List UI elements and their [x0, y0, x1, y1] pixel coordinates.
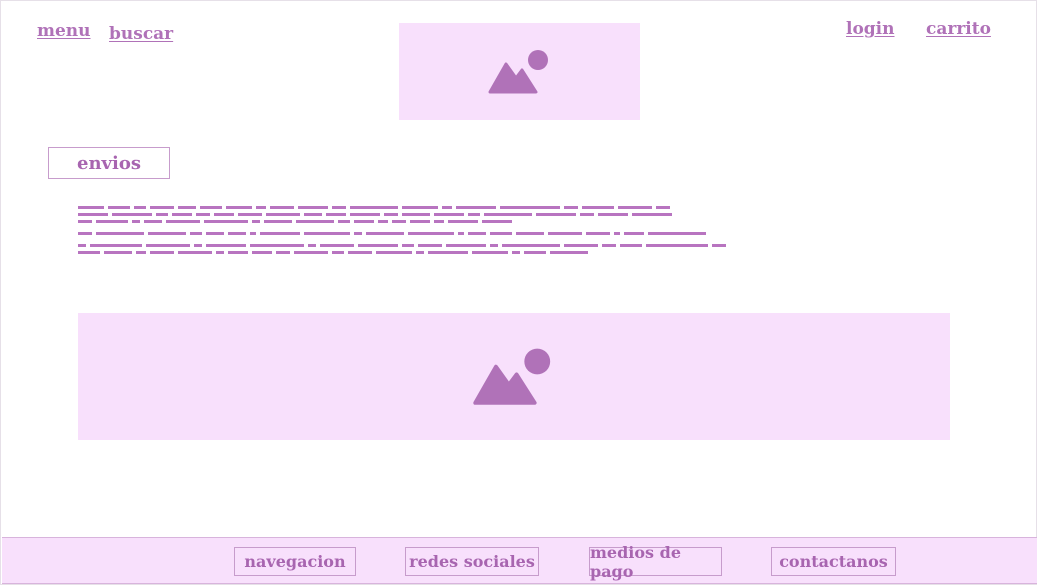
image-placeholder-icon [473, 348, 551, 405]
text-line [78, 232, 858, 235]
text-line [78, 251, 858, 254]
section-title-envios: envios [48, 147, 170, 179]
hero-image-placeholder [78, 313, 950, 440]
placeholder-text-block [78, 206, 858, 258]
footer-bar: navegacion redes sociales medios de pago… [2, 537, 1037, 584]
logo-image-placeholder [399, 23, 640, 120]
menu-link[interactable]: menu [37, 21, 91, 41]
cart-link[interactable]: carrito [926, 19, 991, 39]
footer-redes-sociales-button[interactable]: redes sociales [405, 547, 539, 576]
footer-navegacion-button[interactable]: navegacion [234, 547, 356, 576]
search-link[interactable]: buscar [109, 24, 173, 44]
image-placeholder-icon [488, 49, 548, 93]
text-line [78, 206, 858, 209]
footer-contactanos-button[interactable]: contactanos [771, 547, 896, 576]
footer-medios-de-pago-button[interactable]: medios de pago [589, 543, 722, 581]
text-line [78, 213, 858, 216]
text-line [78, 220, 858, 223]
page-frame: menu buscar login carrito envios navegac… [0, 0, 1037, 585]
text-line [78, 244, 858, 247]
login-link[interactable]: login [846, 19, 895, 39]
